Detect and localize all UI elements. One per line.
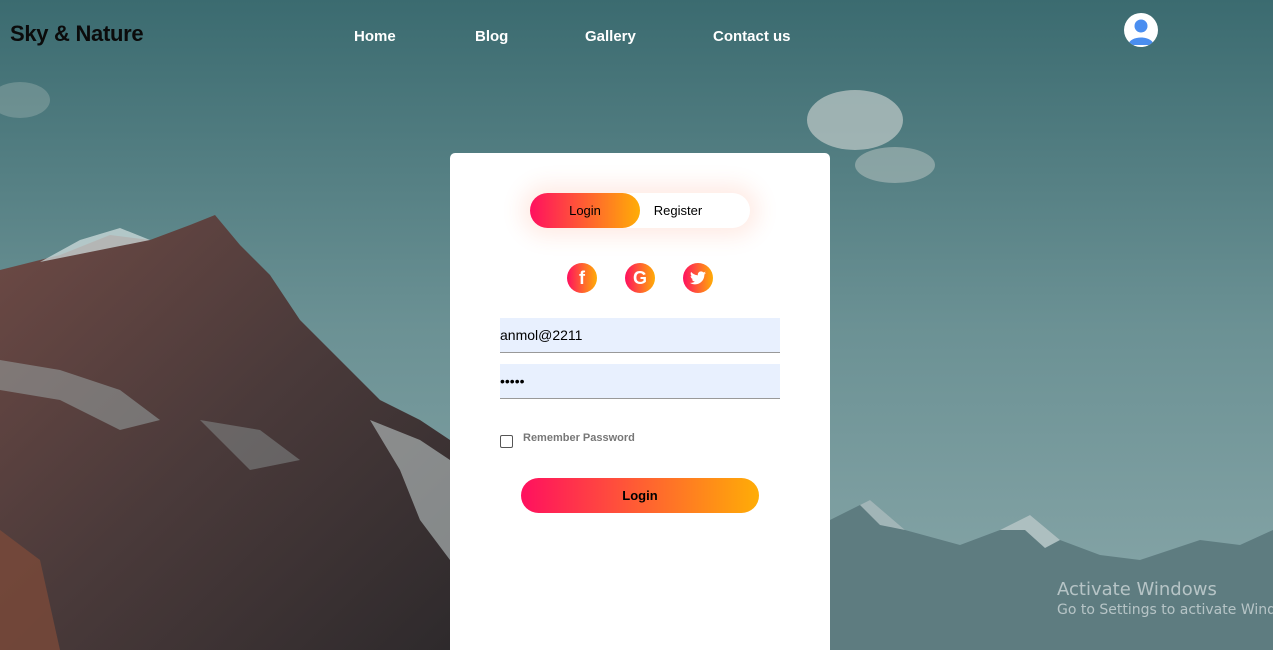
facebook-login-button[interactable]: f	[567, 263, 597, 293]
nav-blog[interactable]: Blog	[475, 28, 508, 45]
remember-password-label: Remember Password	[523, 432, 635, 444]
google-login-button[interactable]: G	[625, 263, 655, 293]
twitter-icon	[690, 271, 706, 285]
login-register-toggle: Login Register	[530, 193, 750, 228]
remember-password-checkbox[interactable]	[500, 435, 513, 448]
watermark-subtitle: Go to Settings to activate Windows.	[1057, 602, 1273, 618]
username-input[interactable]	[500, 318, 780, 353]
twitter-login-button[interactable]	[683, 263, 713, 293]
activate-windows-watermark: Activate Windows Go to Settings to activ…	[1057, 579, 1273, 618]
user-avatar-icon[interactable]	[1124, 13, 1158, 47]
password-input[interactable]	[500, 364, 780, 399]
nav-contact-us[interactable]: Contact us	[713, 28, 791, 45]
site-logo[interactable]: Sky & Nature	[10, 21, 144, 47]
login-form-card: Login Register f G Remember Password Log…	[450, 153, 830, 663]
login-submit-button[interactable]: Login	[521, 478, 759, 513]
register-tab[interactable]: Register	[623, 193, 733, 228]
watermark-title: Activate Windows	[1057, 579, 1217, 600]
google-icon: G	[632, 268, 647, 288]
nav-gallery[interactable]: Gallery	[585, 28, 636, 45]
nav-home[interactable]: Home	[354, 28, 396, 45]
facebook-icon: f	[579, 268, 585, 288]
